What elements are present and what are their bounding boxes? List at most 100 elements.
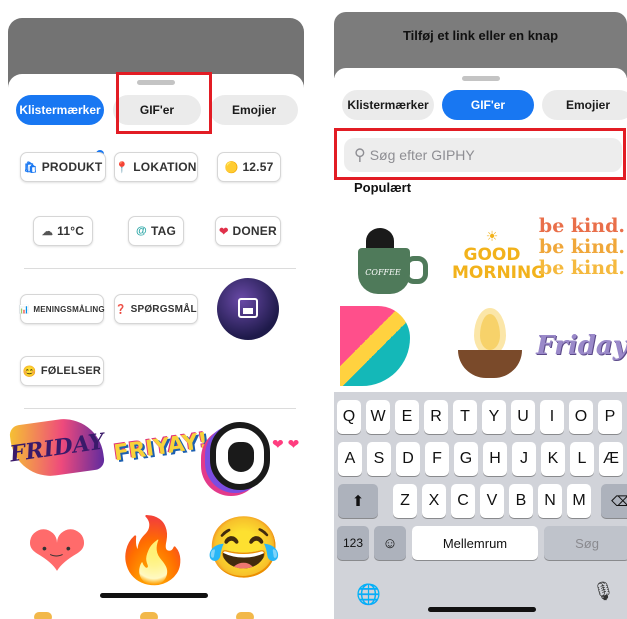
- sticker-label: FØLELSER: [40, 365, 102, 377]
- gif-sticker-shout[interactable]: [210, 422, 270, 490]
- key-r[interactable]: R: [424, 400, 448, 434]
- coffee-label: COFFEE: [365, 268, 401, 277]
- sticker-meningsmaaling[interactable]: 📊 MENINGSMÅLING: [19, 294, 105, 324]
- key-a[interactable]: A: [338, 442, 362, 476]
- gif-coffee[interactable]: COFFEE: [350, 226, 428, 298]
- key-t[interactable]: T: [453, 400, 477, 434]
- sticker-label: 11°C: [57, 224, 85, 238]
- home-indicator[interactable]: [100, 593, 208, 598]
- search-highlight: [334, 128, 626, 180]
- gif-tab-highlight: [116, 72, 212, 134]
- photo-sticker-thumbnail[interactable]: [217, 278, 279, 340]
- microphone-icon[interactable]: 🎙: [592, 581, 615, 602]
- tab-emojier[interactable]: Emojier: [542, 90, 627, 120]
- be-kind-line2: be kind.: [538, 236, 625, 258]
- laughing-sticker[interactable]: 😂: [206, 512, 282, 584]
- delete-key[interactable]: ⌫: [601, 484, 627, 518]
- key-h[interactable]: H: [483, 442, 507, 476]
- lamp-flame-icon: [480, 314, 500, 350]
- sticker-label: 12.57: [242, 160, 274, 174]
- sticker-produkt[interactable]: 🛍 PRODUKT: [20, 152, 106, 182]
- clock-icon: 🟡: [224, 161, 239, 174]
- fire-sticker[interactable]: 🔥: [113, 510, 193, 590]
- home-indicator[interactable]: [428, 607, 536, 612]
- heart-sticker[interactable]: ❤ • ‿ •: [18, 515, 96, 589]
- key-s[interactable]: S: [367, 442, 391, 476]
- next-row-sticker: [34, 612, 52, 619]
- shift-key[interactable]: ⬆: [338, 484, 378, 518]
- key-o[interactable]: O: [569, 400, 593, 434]
- key-z[interactable]: Z: [393, 484, 417, 518]
- key-b[interactable]: B: [509, 484, 533, 518]
- next-row-sticker: [236, 612, 254, 619]
- be-kind-line1: be kind.: [538, 215, 625, 237]
- section-divider: [24, 408, 296, 409]
- key-k[interactable]: K: [541, 442, 565, 476]
- small-hearts-icon: ❤ ❤: [272, 436, 300, 452]
- be-kind-line3: be kind.: [538, 257, 625, 279]
- sticker-doner[interactable]: ❤ DONER: [215, 216, 281, 246]
- location-pin-icon: 📍: [115, 161, 130, 174]
- tab-klistermaerker[interactable]: Klistermærker: [16, 95, 104, 125]
- sticker-label: DONER: [232, 224, 277, 238]
- key-m[interactable]: M: [567, 484, 591, 518]
- sticker-tag[interactable]: @ TAG: [128, 216, 184, 246]
- lamp-bowl: [458, 350, 522, 378]
- next-row-sticker: [140, 612, 158, 619]
- heart-face: • ‿ •: [42, 540, 71, 556]
- keyboard-row-1: Q W E R T Y U I O P Å: [337, 400, 627, 434]
- numbers-key[interactable]: 123: [337, 526, 369, 560]
- good-morning-line2: MORNING: [452, 263, 546, 283]
- section-title-popular: Populært: [354, 180, 412, 195]
- gif-diya-lamp[interactable]: [452, 310, 528, 382]
- add-link-button[interactable]: Tilføj et link eller en knap: [334, 28, 627, 52]
- tab-emojier[interactable]: Emojier: [210, 95, 298, 125]
- tab-klistermaerker[interactable]: Klistermærker: [342, 90, 434, 120]
- key-j[interactable]: J: [512, 442, 536, 476]
- question-icon: ❓: [115, 303, 127, 314]
- sticker-tabs: Klistermærker GIF'er Emojier: [342, 90, 627, 120]
- gif-be-kind[interactable]: be kind. be kind. be kind.: [537, 216, 625, 279]
- key-g[interactable]: G: [454, 442, 478, 476]
- poll-icon: 📊: [19, 304, 30, 314]
- sticker-label: PRODUKT: [41, 160, 103, 174]
- key-v[interactable]: V: [480, 484, 504, 518]
- key-ae[interactable]: Æ: [599, 442, 623, 476]
- sticker-label: MENINGSMÅLING: [33, 304, 105, 314]
- key-u[interactable]: U: [511, 400, 535, 434]
- shift-icon: ⬆: [351, 493, 365, 510]
- sheet-grabber[interactable]: [461, 76, 500, 81]
- gif-color-wave[interactable]: [340, 306, 410, 386]
- key-f[interactable]: F: [425, 442, 449, 476]
- key-q[interactable]: Q: [337, 400, 361, 434]
- key-p[interactable]: P: [598, 400, 622, 434]
- sticker-lokation[interactable]: 📍 LOKATION: [114, 152, 198, 182]
- space-key[interactable]: Mellemrum: [412, 526, 538, 560]
- gif-friday[interactable]: Friday: [536, 326, 627, 366]
- key-e[interactable]: E: [395, 400, 419, 434]
- key-x[interactable]: X: [422, 484, 446, 518]
- key-i[interactable]: I: [540, 400, 564, 434]
- emoji-key[interactable]: ☺: [374, 526, 406, 560]
- backspace-icon: ⌫: [611, 492, 627, 509]
- key-y[interactable]: Y: [482, 400, 506, 434]
- sticker-weather[interactable]: ☁ 11°C: [33, 216, 93, 246]
- key-l[interactable]: L: [570, 442, 594, 476]
- sticker-spoergsmaal[interactable]: ❓ SPØRGSMÅL: [114, 294, 198, 324]
- gif-good-morning[interactable]: ☀ GOOD MORNING: [452, 228, 546, 283]
- key-c[interactable]: C: [451, 484, 475, 518]
- tab-gifs[interactable]: GIF'er: [442, 90, 534, 120]
- sticker-foelelser[interactable]: 😊 FØLELSER: [20, 356, 104, 386]
- emoji-icon: ☺: [382, 534, 398, 552]
- fire-icon: 🔥: [113, 514, 193, 586]
- key-w[interactable]: W: [366, 400, 390, 434]
- keyboard-row-3: ⬆ Z X C V B N M ⌫: [338, 484, 627, 518]
- search-key[interactable]: Søg: [544, 526, 627, 560]
- sticker-clock[interactable]: 🟡 12.57: [217, 152, 281, 182]
- photo-icon: [238, 298, 258, 318]
- section-divider: [24, 268, 296, 269]
- key-d[interactable]: D: [396, 442, 420, 476]
- laughing-icon: 😂: [206, 514, 282, 581]
- key-n[interactable]: N: [538, 484, 562, 518]
- globe-icon[interactable]: 🌐: [356, 582, 381, 607]
